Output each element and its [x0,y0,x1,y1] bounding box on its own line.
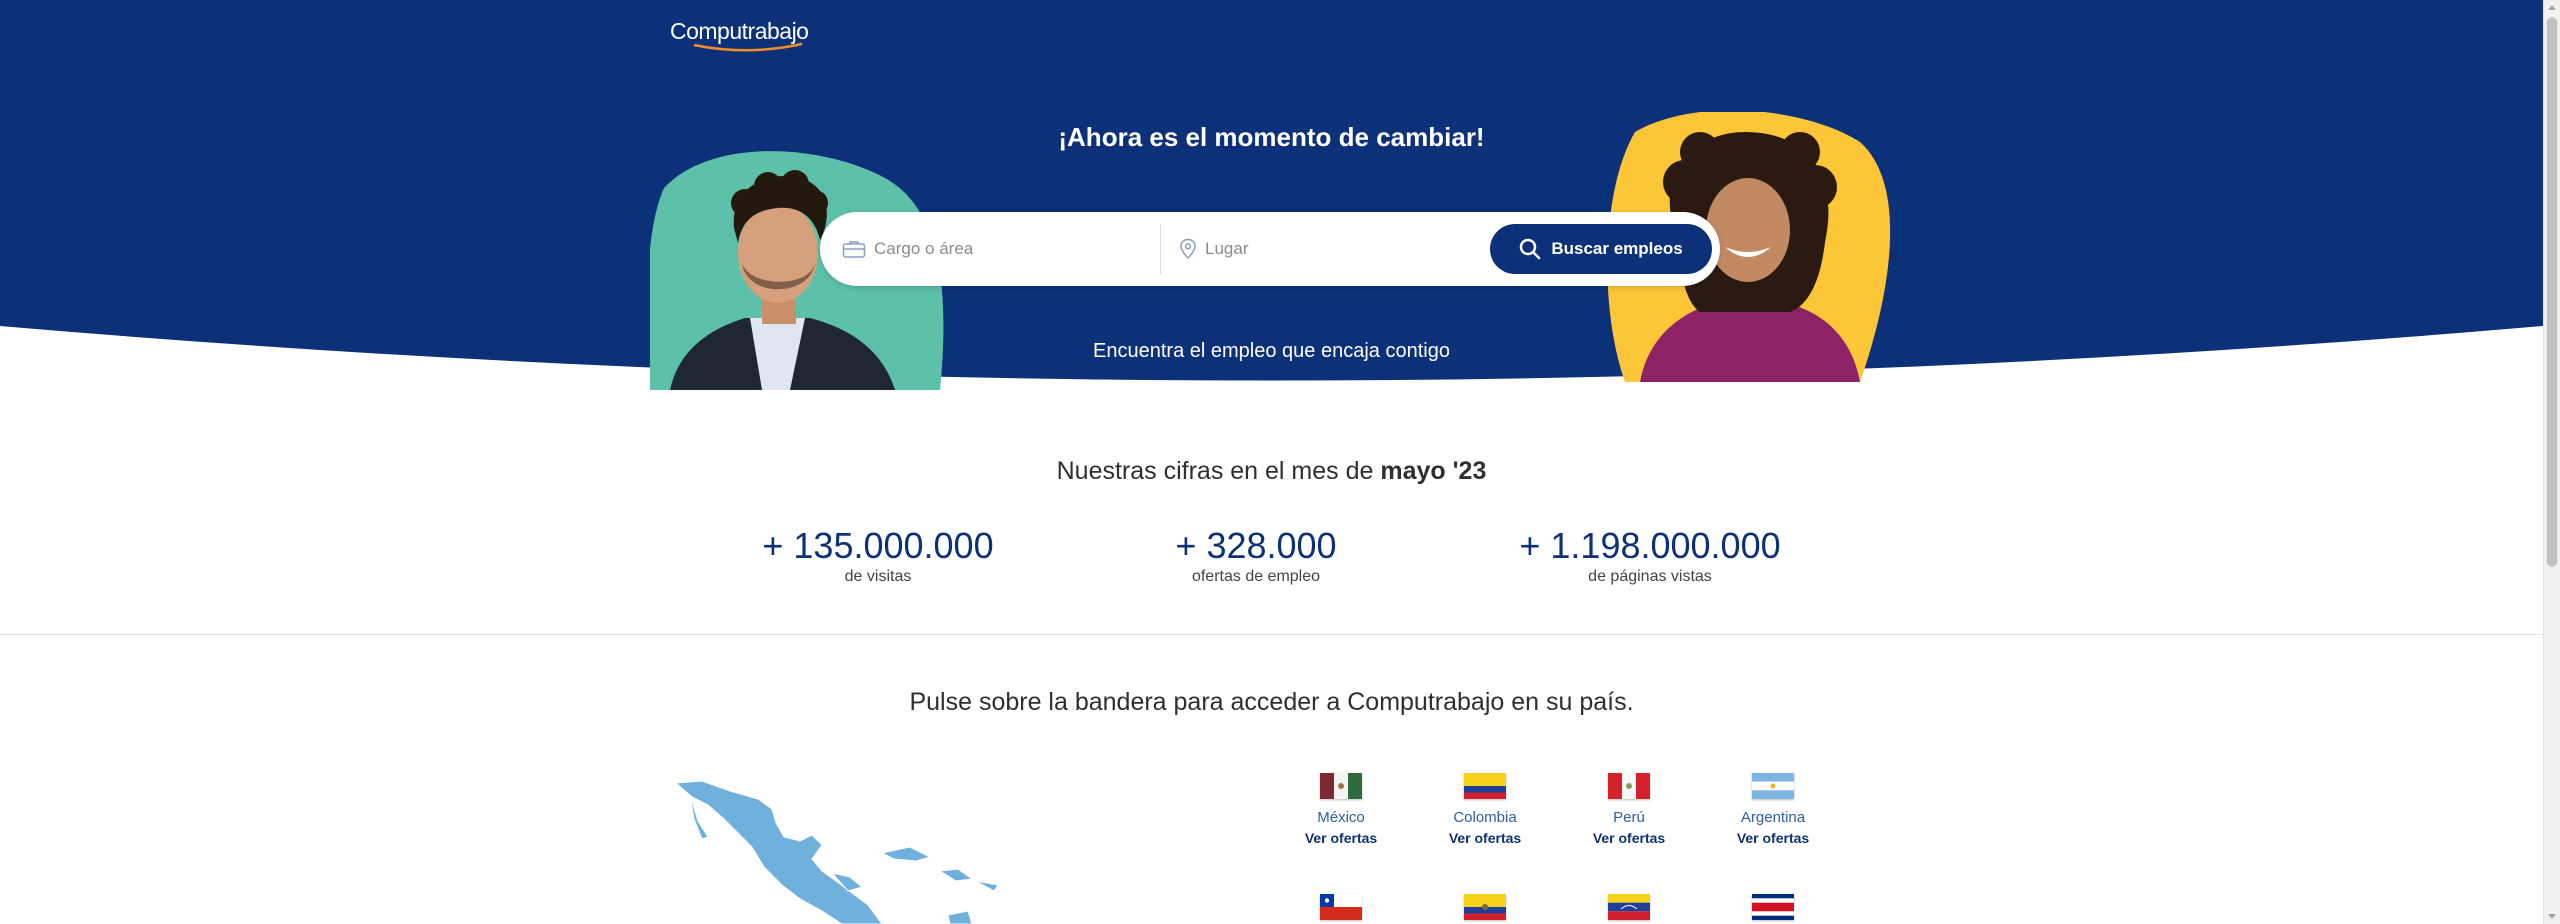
hero-section: Computrabajo ¡Ahora es el momento de cam… [0,0,2543,390]
stat-number: + 135.000.000 [762,525,994,566]
latin-america-map[interactable] [672,775,1012,924]
country-name[interactable]: Argentina [1713,809,1833,826]
scroll-up-icon[interactable] [2548,5,2556,10]
job-search-bar: Buscar empleos [820,212,1720,286]
countries-title: Pulse sobre la bandera para acceder a Co… [909,688,1634,716]
country-name[interactable]: México [1281,809,1401,826]
country-ecuador[interactable] [1425,894,1545,920]
country-costa-rica[interactable] [1713,894,1833,920]
hero-subtitle: Encuentra el empleo que encaja contigo [1093,340,1450,362]
costa-rica-flag[interactable] [1752,894,1794,920]
hero-background [0,0,2543,381]
stat-paginas: + 1.198.000.000 de páginas vistas [1450,526,1850,586]
cargo-input[interactable] [874,239,1134,259]
peru-flag[interactable] [1608,773,1650,799]
search-icon [1520,238,1541,260]
buscar-empleos-button[interactable]: Buscar empleos [1490,224,1712,274]
page: Computrabajo ¡Ahora es el momento de cam… [0,0,2560,924]
stat-number: + 328.000 [1175,525,1337,566]
stats-title: Nuestras cifras en el mes de mayo '23 [0,457,2543,486]
country-venezuela[interactable] [1569,894,1689,920]
ver-ofertas-link[interactable]: Ver ofertas [1425,830,1545,846]
ecuador-flag[interactable] [1464,894,1506,920]
scroll-down-icon[interactable] [2548,914,2556,919]
venezuela-flag[interactable] [1608,894,1650,920]
stats-title-month: mayo '23 [1380,457,1487,485]
cargo-field[interactable] [842,224,1172,274]
chile-flag[interactable] [1320,894,1362,920]
country-mexico[interactable]: México Ver ofertas [1281,773,1401,846]
stat-number: + 1.198.000.000 [1519,525,1781,566]
section-divider [0,634,2543,635]
lugar-input[interactable] [1205,239,1465,259]
page-scrollbar[interactable] [2543,0,2560,924]
ver-ofertas-link[interactable]: Ver ofertas [1569,830,1689,846]
stat-visitas: + 135.000.000 de visitas [678,526,1078,586]
stat-ofertas: + 328.000 ofertas de empleo [1056,526,1456,586]
logo-swoosh-icon [693,42,803,52]
country-peru[interactable]: Perú Ver ofertas [1569,773,1689,846]
computrabajo-logo[interactable]: Computrabajo [670,18,809,45]
country-chile[interactable] [1281,894,1401,920]
stats-title-prefix: Nuestras cifras en el mes de [1056,457,1374,485]
argentina-flag[interactable] [1752,773,1794,799]
lugar-field[interactable] [1160,224,1490,274]
country-colombia[interactable]: Colombia Ver ofertas [1425,773,1545,846]
stat-label: de visitas [844,568,912,585]
country-name[interactable]: Colombia [1425,809,1545,826]
location-pin-icon [1180,238,1196,260]
stat-label: ofertas de empleo [1191,568,1321,585]
buscar-empleos-label: Buscar empleos [1551,239,1683,258]
briefcase-icon [842,241,866,258]
mexico-flag[interactable] [1320,773,1362,799]
ver-ofertas-link[interactable]: Ver ofertas [1281,830,1401,846]
stat-label: de páginas vistas [1588,568,1712,585]
hero-title: ¡Ahora es el momento de cambiar! [1058,122,1485,152]
country-name[interactable]: Perú [1569,809,1689,826]
scrollbar-thumb[interactable] [2547,17,2557,567]
colombia-flag[interactable] [1464,773,1506,799]
country-argentina[interactable]: Argentina Ver ofertas [1713,773,1833,846]
ver-ofertas-link[interactable]: Ver ofertas [1713,830,1833,846]
